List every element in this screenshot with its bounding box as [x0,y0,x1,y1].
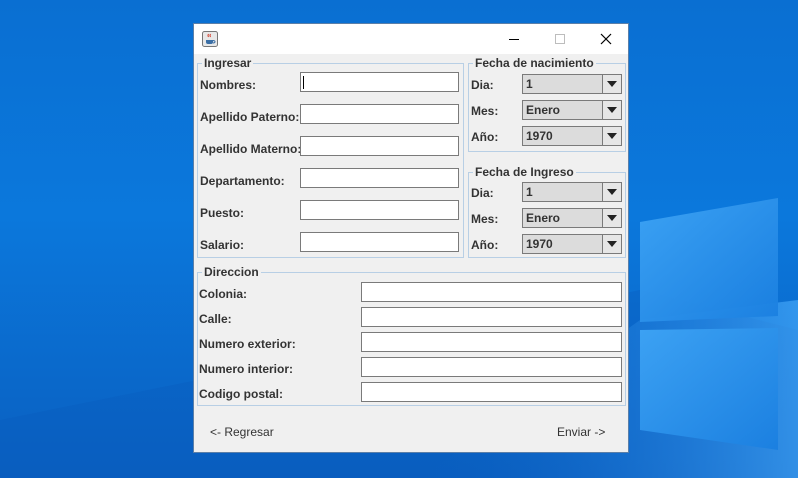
numero-exterior-label: Numero exterior: [199,337,296,351]
text-caret [303,76,304,89]
nac-anio-value: 1970 [526,129,553,143]
nac-mes-value: Enero [526,103,561,117]
ing-mes-label: Mes: [471,212,499,226]
ing-anio-select[interactable]: 1970 [522,234,622,254]
numero-interior-field[interactable] [361,357,622,377]
ing-anio-label: Año: [471,238,499,252]
colonia-field[interactable] [361,282,622,302]
nac-mes-select[interactable]: Enero [522,100,622,120]
fecha-ingreso-legend: Fecha de Ingreso [473,165,576,179]
ing-dia-label: Dia: [471,186,494,200]
ing-dia-value: 1 [526,185,533,199]
calle-field[interactable] [361,307,622,327]
direccion-legend: Direccion [202,265,261,279]
apellido-paterno-label: Apellido Paterno: [200,110,300,124]
nac-dia-select[interactable]: 1 [522,74,622,94]
java-cup-icon [202,31,218,47]
puesto-field[interactable] [300,200,459,220]
maximize-button[interactable] [537,24,583,54]
ing-mes-value: Enero [526,211,561,225]
chevron-down-icon[interactable] [602,209,621,227]
nac-dia-value: 1 [526,77,533,91]
title-bar[interactable] [194,24,628,54]
chevron-down-icon[interactable] [602,127,621,145]
chevron-down-icon[interactable] [602,235,621,253]
codigo-postal-label: Codigo postal: [199,387,283,401]
back-button[interactable]: <- Regresar [210,425,274,439]
nac-anio-label: Año: [471,130,499,144]
ing-mes-select[interactable]: Enero [522,208,622,228]
numero-interior-label: Numero interior: [199,362,294,376]
nac-mes-label: Mes: [471,104,499,118]
puesto-label: Puesto: [200,206,245,220]
colonia-label: Colonia: [199,287,247,301]
departamento-field[interactable] [300,168,459,188]
maximize-icon [555,34,565,44]
calle-label: Calle: [199,312,232,326]
salario-field[interactable] [300,232,459,252]
departamento-label: Departamento: [200,174,285,188]
nombres-label: Nombres: [200,78,257,92]
chevron-down-icon[interactable] [602,75,621,93]
salario-label: Salario: [200,238,245,252]
codigo-postal-field[interactable] [361,382,622,402]
chevron-down-icon[interactable] [602,101,621,119]
nombres-field[interactable] [300,72,459,92]
close-icon [600,33,612,45]
fecha-nacimiento-legend: Fecha de nacimiento [473,56,596,70]
ingresar-group: Ingresar [197,56,464,258]
minimize-icon [509,39,519,40]
numero-exterior-field[interactable] [361,332,622,352]
minimize-button[interactable] [491,24,537,54]
nac-dia-label: Dia: [471,78,494,92]
apellido-materno-field[interactable] [300,136,459,156]
ingresar-legend: Ingresar [202,56,254,70]
apellido-materno-label: Apellido Materno: [200,142,302,156]
close-button[interactable] [583,24,629,54]
chevron-down-icon[interactable] [602,183,621,201]
ing-anio-value: 1970 [526,237,553,251]
ing-dia-select[interactable]: 1 [522,182,622,202]
send-button[interactable]: Enviar -> [557,425,605,439]
app-window: Ingresar Nombres: Apellido Paterno: Apel… [193,23,629,453]
nac-anio-select[interactable]: 1970 [522,126,622,146]
apellido-paterno-field[interactable] [300,104,459,124]
